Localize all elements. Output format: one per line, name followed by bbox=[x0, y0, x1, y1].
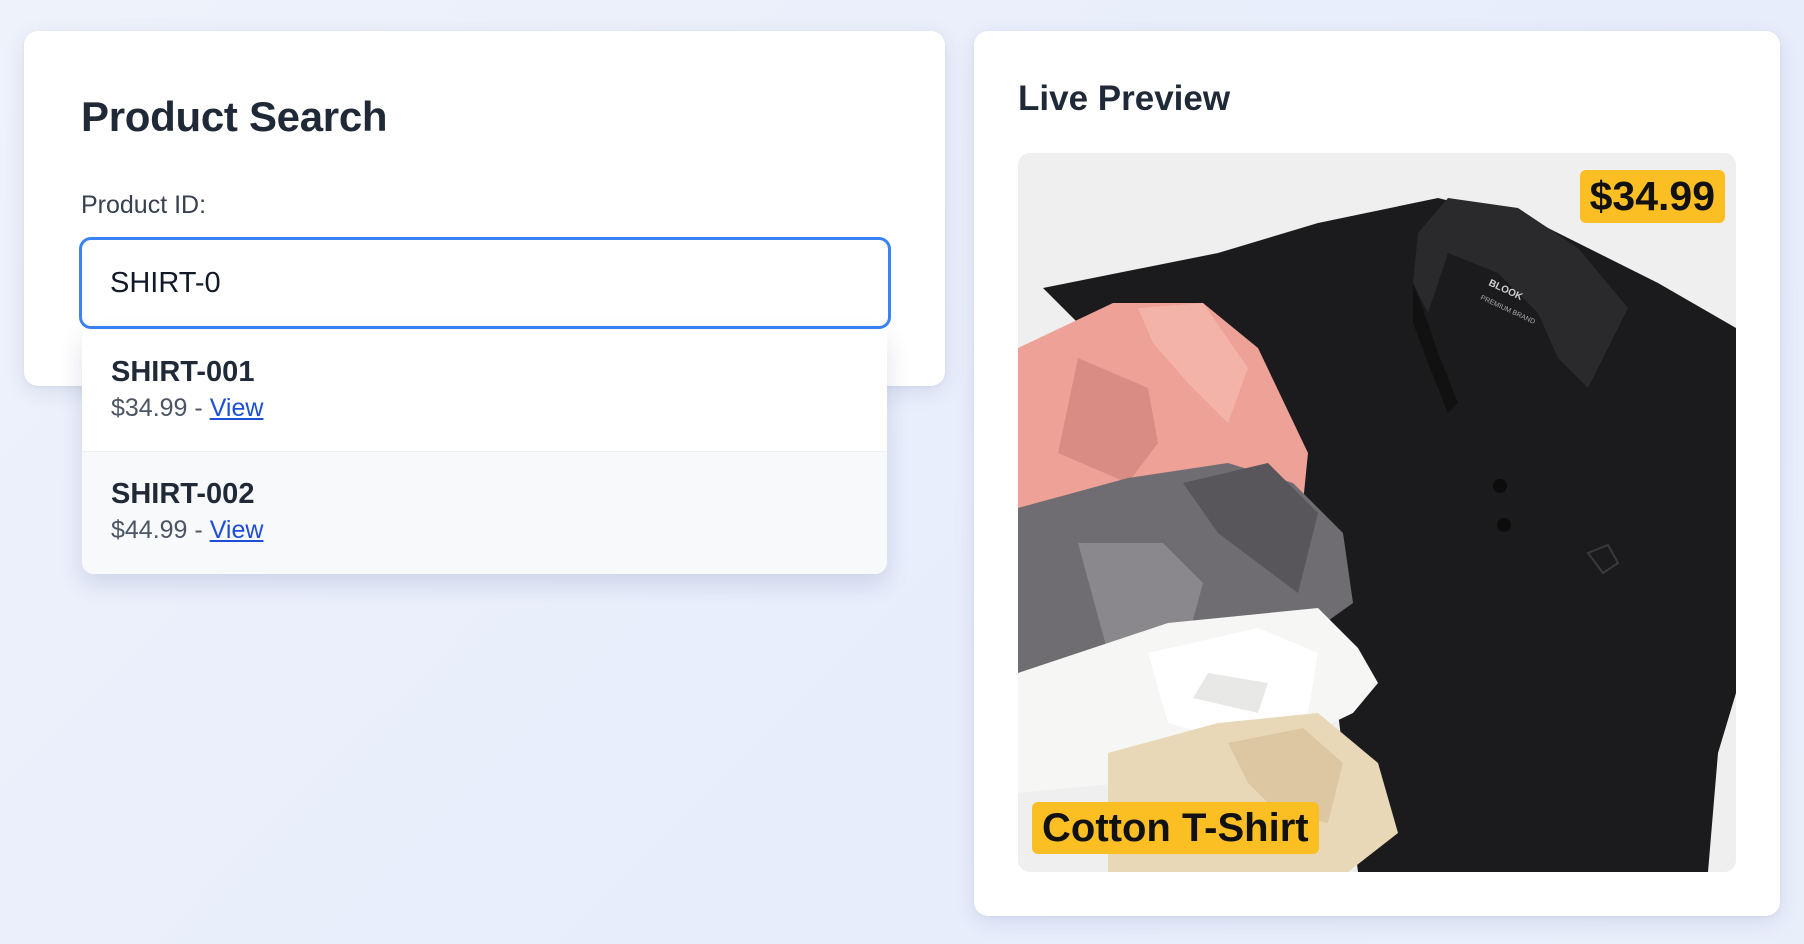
suggestion-price: $44.99 bbox=[111, 516, 188, 545]
suggestion-item[interactable]: SHIRT-001 $34.99 - View bbox=[82, 330, 887, 452]
search-title: Product Search bbox=[81, 93, 388, 140]
shirt-button bbox=[1497, 518, 1511, 532]
product-id-input[interactable] bbox=[79, 237, 891, 329]
product-image: BLOOK PREMIUM BRAND $34.99 Cotton T-Shir… bbox=[1018, 153, 1736, 872]
suggestion-item[interactable]: SHIRT-002 $44.99 - View bbox=[82, 452, 887, 574]
suggestion-dropdown: SHIRT-001 $34.99 - View SHIRT-002 $44.99… bbox=[82, 330, 887, 574]
preview-title: Live Preview bbox=[1018, 79, 1231, 118]
suggestion-details: $44.99 - View bbox=[111, 516, 858, 545]
view-link[interactable]: View bbox=[210, 394, 264, 422]
suggestion-id: SHIRT-001 bbox=[111, 356, 255, 388]
product-name-badge: Cotton T-Shirt bbox=[1032, 802, 1319, 854]
suggestion-separator: - bbox=[187, 394, 210, 423]
view-link[interactable]: View bbox=[210, 516, 264, 544]
suggestion-price: $34.99 bbox=[111, 394, 188, 423]
price-badge: $34.99 bbox=[1579, 170, 1725, 224]
shirt-button bbox=[1493, 479, 1507, 493]
suggestion-id: SHIRT-002 bbox=[111, 478, 255, 510]
live-preview-card: Live Preview BLOOK PREMIUM BRAND $34.99 … bbox=[974, 31, 1780, 916]
suggestion-details: $34.99 - View bbox=[111, 394, 858, 423]
product-id-label: Product ID: bbox=[81, 191, 207, 219]
suggestion-separator: - bbox=[187, 516, 210, 545]
folded-shirts-illustration: BLOOK PREMIUM BRAND bbox=[1018, 153, 1736, 872]
